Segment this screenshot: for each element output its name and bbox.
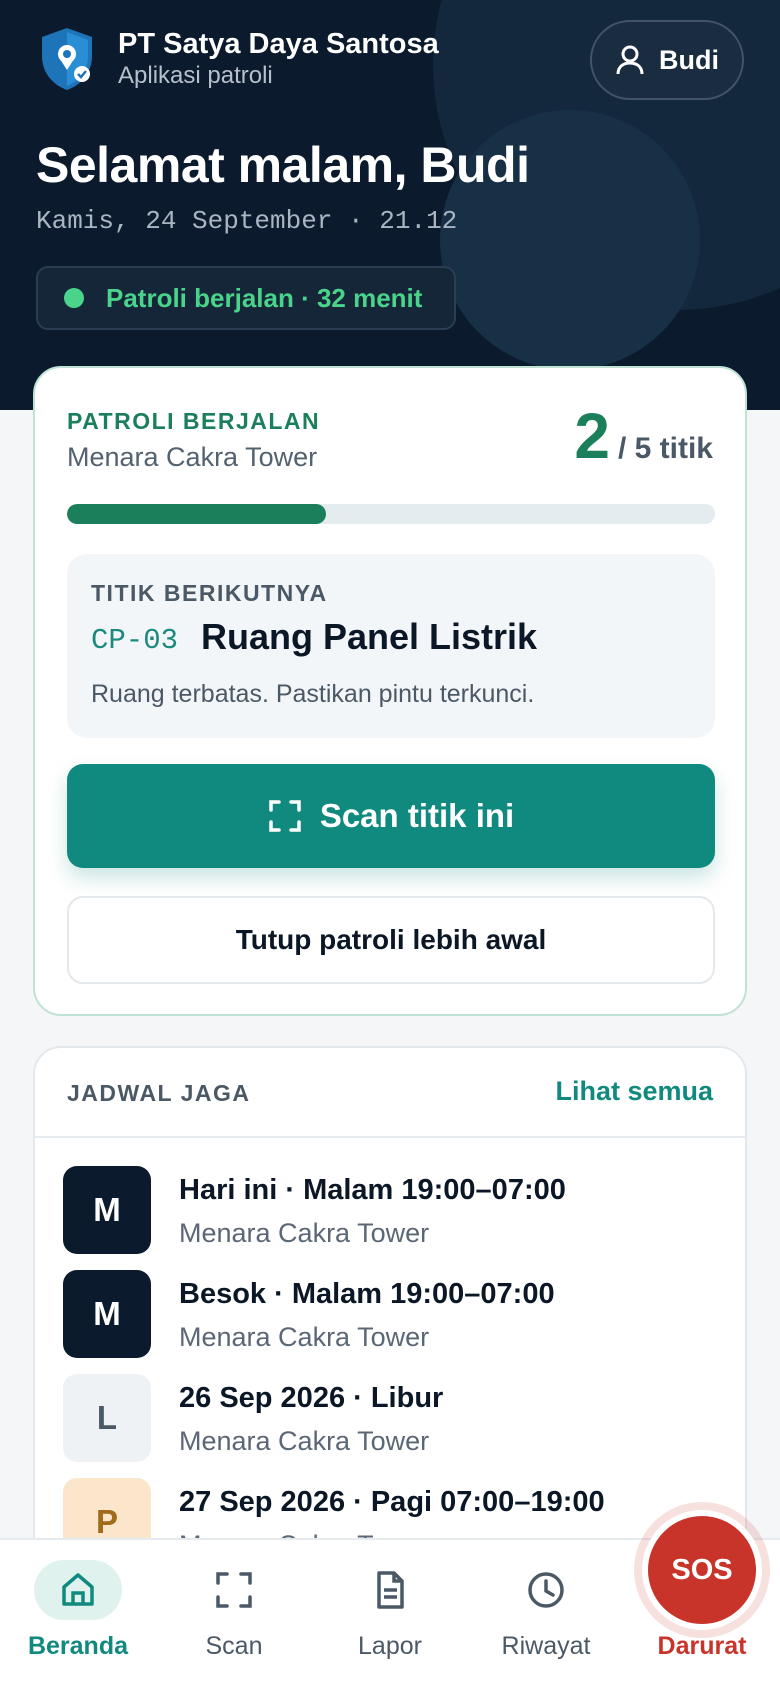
- next-checkpoint-code: CP-03: [91, 624, 179, 657]
- list-item[interactable]: M Besok · Malam 19:00–07:00 Menara Cakra…: [63, 1270, 723, 1360]
- see-all-link[interactable]: Lihat semua: [555, 1076, 713, 1107]
- clock-icon: [528, 1572, 564, 1608]
- nav-label-home: Beranda: [27, 1632, 129, 1660]
- header-hero: PT Satya Daya Santosa Aplikasi patroli B…: [0, 0, 780, 410]
- nav-item-scan[interactable]: Scan: [164, 1560, 304, 1680]
- shift-badge: M: [63, 1166, 151, 1254]
- nav-item-report[interactable]: Lapor: [320, 1560, 460, 1680]
- shift-title: 27 Sep 2026 · Pagi 07:00–19:00: [179, 1486, 605, 1518]
- shield-location-icon: [42, 28, 92, 90]
- sos-button[interactable]: SOS: [642, 1510, 762, 1630]
- nav-report-wrap: [346, 1560, 434, 1620]
- nav-scan-wrap: [190, 1560, 278, 1620]
- next-checkpoint-box: TITIK BERIKUTNYA CP-03 Ruang Panel Listr…: [67, 554, 715, 738]
- scan-checkpoint-button[interactable]: Scan titik ini: [67, 764, 715, 868]
- shift-site: Menara Cakra Tower: [179, 1426, 430, 1456]
- brand: PT Satya Daya Santosa Aplikasi patroli: [38, 26, 439, 92]
- end-patrol-label: Tutup patroli lebih awal: [235, 924, 547, 955]
- shift-title: 26 Sep 2026 · Libur: [179, 1382, 444, 1414]
- nav-label-scan: Scan: [205, 1632, 263, 1660]
- greeting-title: Selamat malam, Budi: [36, 137, 530, 193]
- end-patrol-early-button[interactable]: Tutup patroli lebih awal: [67, 896, 715, 984]
- status-dot-icon: [64, 288, 84, 308]
- user-profile-button[interactable]: Budi: [590, 20, 744, 100]
- nav-history-wrap: [502, 1560, 590, 1620]
- home-icon: [62, 1573, 94, 1606]
- patrol-progress-fill: [67, 504, 327, 524]
- patrol-site: Menara Cakra Tower: [67, 442, 318, 472]
- nav-item-history[interactable]: Riwayat: [476, 1560, 616, 1680]
- scan-button-label: Scan titik ini: [319, 797, 515, 834]
- nav-item-home[interactable]: Beranda: [8, 1560, 148, 1680]
- company-name: PT Satya Daya Santosa: [118, 28, 439, 60]
- shift-badge: M: [63, 1270, 151, 1358]
- list-item[interactable]: L 26 Sep 2026 · Libur Menara Cakra Tower: [63, 1374, 723, 1464]
- nav-label-report: Lapor: [358, 1632, 422, 1660]
- document-icon: [377, 1571, 404, 1609]
- nav-home-highlight: [34, 1560, 122, 1620]
- nav-label-history: Riwayat: [501, 1632, 591, 1660]
- shift-site: Menara Cakra Tower: [179, 1218, 430, 1248]
- nav-label-emergency: Darurat: [657, 1632, 747, 1660]
- checkpoint-counter: 2 / 5 titik: [574, 404, 713, 468]
- patrol-status-pill: Patroli berjalan · 32 menit: [36, 266, 456, 330]
- app-subtitle: Aplikasi patroli: [118, 62, 273, 89]
- shift-title: Hari ini · Malam 19:00–07:00: [179, 1174, 566, 1206]
- schedule-header: JADWAL JAGA Lihat semua: [35, 1048, 745, 1138]
- scan-icon: [216, 1572, 252, 1608]
- list-item[interactable]: M Hari ini · Malam 19:00–07:00 Menara Ca…: [63, 1166, 723, 1256]
- checkpoints-total: / 5 titik: [617, 432, 713, 465]
- shift-site: Menara Cakra Tower: [179, 1322, 430, 1352]
- patrol-progress-bar: [67, 504, 715, 524]
- patrol-card-label: PATROLI BERJALAN: [67, 408, 321, 434]
- scan-frame-icon: [269, 800, 301, 832]
- active-patrol-card: PATROLI BERJALAN Menara Cakra Tower 2 / …: [33, 366, 747, 1016]
- current-datetime: Kamis, 24 September · 21.12: [36, 206, 458, 236]
- next-checkpoint-note: Ruang terbatas. Pastikan pintu terkunci.: [91, 680, 535, 708]
- schedule-title: JADWAL JAGA: [67, 1080, 251, 1106]
- shift-title: Besok · Malam 19:00–07:00: [179, 1278, 555, 1310]
- user-icon: [616, 45, 644, 75]
- next-checkpoint-label: TITIK BERIKUTNYA: [91, 580, 328, 606]
- patrol-status-text: Patroli berjalan · 32 menit: [106, 282, 423, 313]
- checkpoints-done: 2: [574, 400, 610, 472]
- user-button-label: Budi: [659, 44, 719, 75]
- shift-badge: L: [63, 1374, 151, 1462]
- next-checkpoint-name: Ruang Panel Listrik: [201, 616, 538, 657]
